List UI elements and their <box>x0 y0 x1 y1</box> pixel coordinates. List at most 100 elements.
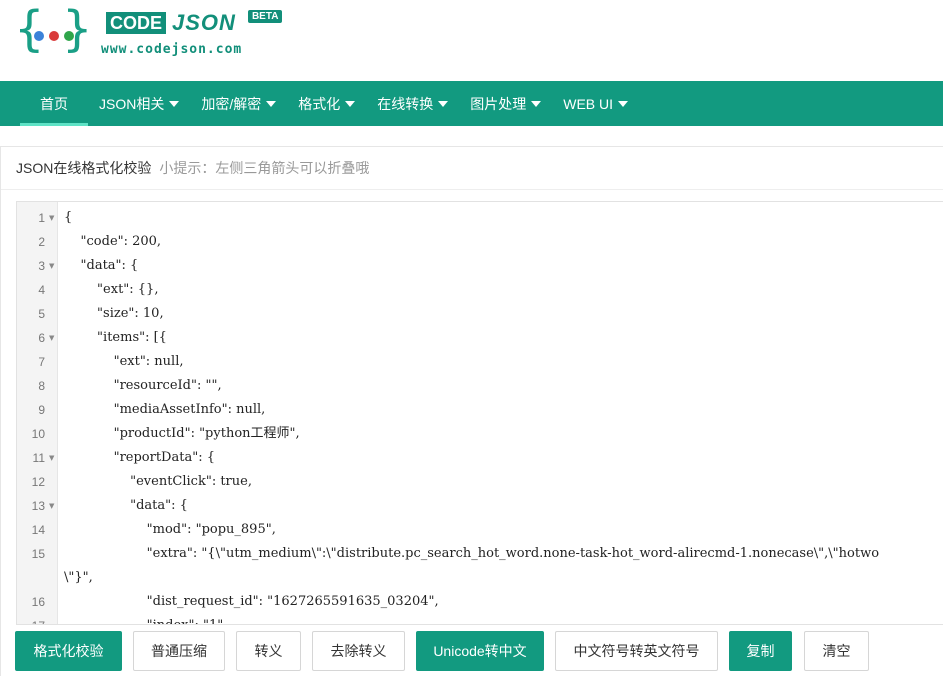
code-line[interactable]: \"}", <box>17 566 943 590</box>
fold-arrow-icon[interactable]: ▼ <box>49 494 54 518</box>
code-text: "reportData": { <box>64 450 215 465</box>
caret-down-icon <box>531 100 542 107</box>
caret-down-icon <box>169 100 180 107</box>
copy-button[interactable]: 复制 <box>729 631 792 671</box>
json-panel: JSON在线格式化校验 小提示：左侧三角箭头可以折叠哦 1 ▼ {2 "code":… <box>0 146 943 676</box>
logo-icon[interactable]: { } <box>14 2 93 60</box>
code-text: "eventClick": true, <box>64 474 252 489</box>
code-text: "size": 10, <box>64 306 164 321</box>
nav-item-crypto[interactable]: 加密/解密 <box>190 81 287 126</box>
caret-down-icon <box>345 100 356 107</box>
line-number: 7 <box>38 355 45 369</box>
nav-label: WEB UI <box>563 95 614 112</box>
line-number: 10 <box>31 427 45 441</box>
code-line[interactable]: 7 "ext": null, <box>17 350 943 374</box>
code-line[interactable]: 2 "code": 200, <box>17 230 943 254</box>
right-brace-glyph: } <box>62 1 93 57</box>
caret-down-icon <box>266 100 277 107</box>
panel-tip: 小提示：左侧三角箭头可以折叠哦 <box>159 160 370 176</box>
line-number: 15 <box>31 547 45 561</box>
code-line[interactable]: 16 "dist_request_id": "1627265591635_032… <box>17 590 943 614</box>
line-number: 3 <box>38 259 45 273</box>
line-number: 1 <box>38 211 45 225</box>
code-line[interactable]: 13 ▼ "data": { <box>17 494 943 518</box>
code-text: "extra": "{\"utm_medium\":\"distribute.p… <box>64 546 880 561</box>
blue-dot <box>34 31 44 41</box>
punct-convert-button[interactable]: 中文符号转英文符号 <box>555 631 718 671</box>
line-number: 2 <box>38 235 45 249</box>
panel-header: JSON在线格式化校验 小提示：左侧三角箭头可以折叠哦 <box>1 147 943 190</box>
code-text: "resourceId": "", <box>64 378 222 393</box>
code-line[interactable]: 9 "mediaAssetInfo": null, <box>17 398 943 422</box>
nav-label: 加密/解密 <box>201 95 262 112</box>
nav-item-json[interactable]: JSON相关 <box>88 81 190 126</box>
nav-label: 图片处理 <box>470 95 527 112</box>
red-dot <box>49 31 59 41</box>
code-text: \"}", <box>64 570 93 585</box>
code-line[interactable]: 5 "size": 10, <box>17 302 943 326</box>
code-text: "data": { <box>64 258 139 273</box>
site-header: { } CODE JSON BETA www.codejson.com <box>0 0 943 81</box>
brand-code: CODE <box>106 12 167 34</box>
line-number: 13 <box>31 499 45 513</box>
code-text: "mediaAssetInfo": null, <box>64 402 266 417</box>
unescape-button[interactable]: 去除转义 <box>312 631 405 671</box>
caret-down-icon <box>618 100 629 107</box>
code-line[interactable]: 14 "mod": "popu_895", <box>17 518 943 542</box>
line-number: 8 <box>38 379 45 393</box>
code-text: "dist_request_id": "1627265591635_03204"… <box>64 594 439 609</box>
fold-arrow-icon[interactable]: ▼ <box>49 326 54 350</box>
unicode-to-chinese-button[interactable]: Unicode转中文 <box>416 631 544 671</box>
brand-logo[interactable]: CODE JSON BETA <box>106 10 283 36</box>
code-line[interactable]: 17 "index": "1", <box>17 614 943 624</box>
code-text: "items": [{ <box>64 330 167 345</box>
caret-down-icon <box>438 100 449 107</box>
left-brace-glyph: { <box>14 1 45 57</box>
code-line[interactable]: 12 "eventClick": true, <box>17 470 943 494</box>
line-number: 4 <box>38 283 45 297</box>
nav-label: 在线转换 <box>377 95 434 112</box>
nav-label: 首页 <box>40 95 68 112</box>
code-line[interactable]: 3 ▼ "data": { <box>17 254 943 278</box>
nav-item-format[interactable]: 格式化 <box>287 81 366 126</box>
code-text: "ext": {}, <box>64 282 159 297</box>
compress-button[interactable]: 普通压缩 <box>133 631 225 671</box>
code-text: "code": 200, <box>64 234 162 249</box>
site-url: www.codejson.com <box>101 42 243 57</box>
fold-arrow-icon[interactable]: ▼ <box>49 446 54 470</box>
main-nav: 首页 JSON相关 加密/解密 格式化 在线转换 图片处理 WEB UI <box>0 81 943 126</box>
code-text: "ext": null, <box>64 354 184 369</box>
fold-arrow-icon[interactable]: ▼ <box>49 206 54 230</box>
line-number: 9 <box>38 403 45 417</box>
code-line[interactable]: 10 "productId": "python工程师", <box>17 422 943 446</box>
brand-json: JSON <box>172 10 236 35</box>
nav-item-convert[interactable]: 在线转换 <box>366 81 459 126</box>
nav-item-home[interactable]: 首页 <box>20 81 88 126</box>
escape-button[interactable]: 转义 <box>236 631 301 671</box>
clear-button[interactable]: 清空 <box>804 631 869 671</box>
code-text: "index": "1", <box>64 614 228 624</box>
beta-badge: BETA <box>247 10 283 23</box>
code-line[interactable]: 4 "ext": {}, <box>17 278 943 302</box>
code-line[interactable]: 6 ▼ "items": [{ <box>17 326 943 350</box>
line-number: 5 <box>38 307 45 321</box>
line-number: 17 <box>17 614 45 624</box>
format-validate-button[interactable]: 格式化校验 <box>15 631 122 671</box>
nav-label: JSON相关 <box>99 95 165 112</box>
line-number: 14 <box>31 523 45 537</box>
code-line[interactable]: 15 "extra": "{\"utm_medium\":\"distribut… <box>17 542 943 566</box>
nav-item-image[interactable]: 图片处理 <box>459 81 552 126</box>
code-line[interactable]: 1 ▼ { <box>17 206 943 230</box>
line-number: 11 <box>32 451 45 465</box>
code-line[interactable]: 11 ▼ "reportData": { <box>17 446 943 470</box>
fold-arrow-icon[interactable]: ▼ <box>49 254 54 278</box>
code-text: "productId": "python工程师", <box>64 426 300 441</box>
line-number: 6 <box>38 331 45 345</box>
line-number: 12 <box>31 475 45 489</box>
json-editor[interactable]: 1 ▼ {2 "code": 200, 3 ▼ "data": {4 "ext": {}… <box>16 201 943 625</box>
nav-item-webui[interactable]: WEB UI <box>552 81 639 126</box>
code-text: "mod": "popu_895", <box>64 522 276 537</box>
panel-title: JSON在线格式化校验 <box>16 160 152 176</box>
code-text: "data": { <box>64 498 188 513</box>
code-line[interactable]: 8 "resourceId": "", <box>17 374 943 398</box>
